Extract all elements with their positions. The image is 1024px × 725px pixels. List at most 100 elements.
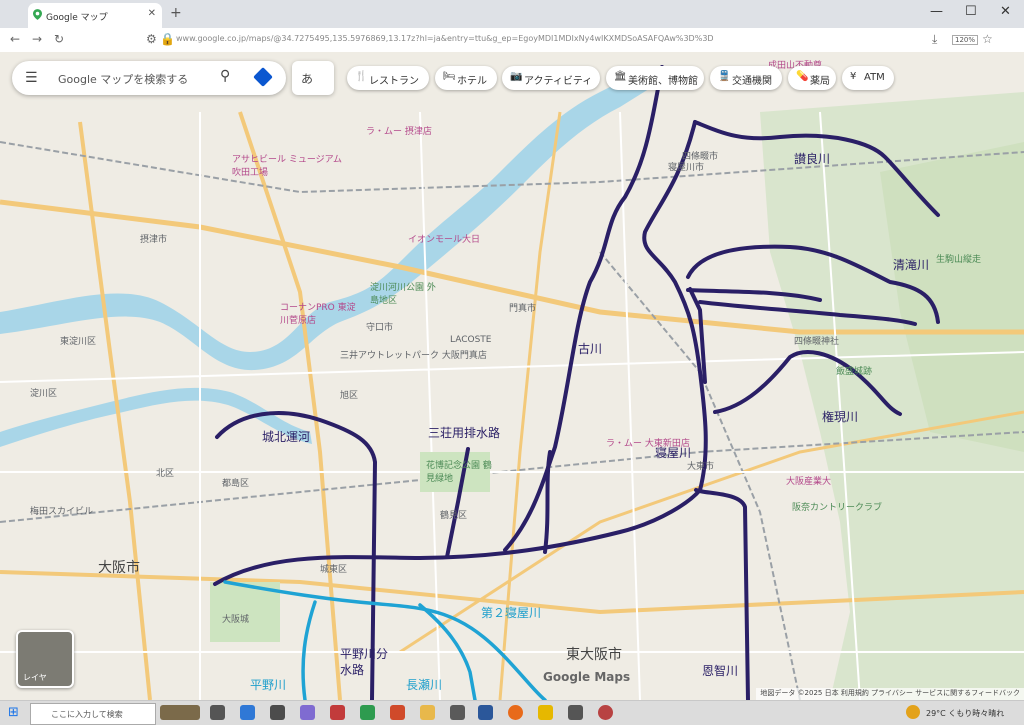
- chip-museum[interactable]: 🏛 美術館、博物館: [606, 66, 704, 90]
- chip-hotel[interactable]: 🛏 ホテル: [435, 66, 497, 90]
- powerpoint-icon[interactable]: [390, 705, 405, 720]
- place-tsurumi: 鶴見区: [440, 511, 468, 521]
- place-kadoma: 門真市: [509, 304, 537, 314]
- map-search-box: ☰ Google マップを検索する ⚲: [12, 61, 286, 95]
- place-higashiyodogawa: 東淀川区: [60, 337, 97, 347]
- task-view-icon[interactable]: [210, 705, 225, 720]
- maps-pin-icon: [33, 9, 42, 20]
- app-icon[interactable]: [330, 705, 345, 720]
- maximize-icon[interactable]: ☐: [965, 4, 977, 19]
- label-onji: 恩智川: [702, 664, 739, 678]
- lock-icon: 🔒: [160, 32, 175, 46]
- word-icon[interactable]: [478, 705, 493, 720]
- chip-label: レストラン: [369, 76, 419, 87]
- taskbar-search-placeholder: ここに入力して検索: [51, 710, 123, 719]
- label-furu: 古川: [578, 342, 603, 356]
- folder-icon[interactable]: [538, 705, 553, 720]
- tab-title: Google マップ: [46, 13, 108, 23]
- windows-start-icon[interactable]: ⊞: [8, 705, 19, 720]
- back-icon[interactable]: ←: [10, 32, 20, 46]
- label-seitaki: 清滝川: [893, 258, 930, 272]
- label-nagase: 長瀬川: [406, 678, 443, 692]
- excel-icon[interactable]: [360, 705, 375, 720]
- chip-label: ホテル: [457, 76, 487, 87]
- chip-restaurant[interactable]: 🍴 レストラン: [347, 66, 429, 90]
- search-icon[interactable]: ⚲: [220, 68, 230, 84]
- site-info-icon[interactable]: ⚙: [146, 32, 157, 46]
- label-neyagawa2: 第２寝屋川: [481, 606, 542, 620]
- bookmark-star-icon[interactable]: ☆: [982, 32, 993, 46]
- chip-label: ATM: [864, 72, 885, 83]
- ime-indicator[interactable]: あ: [292, 61, 334, 95]
- forward-icon[interactable]: →: [32, 32, 42, 46]
- museum-icon: 🏛: [614, 71, 627, 82]
- atm-icon: ¥: [850, 71, 857, 82]
- edge-icon[interactable]: [240, 705, 255, 720]
- taskbar-search[interactable]: ここに入力して検索: [30, 703, 156, 725]
- menu-icon[interactable]: ☰: [25, 70, 38, 86]
- chip-atm[interactable]: ¥ ATM: [842, 66, 894, 90]
- label-shirokita: 城北運河: [262, 430, 311, 444]
- google-maps-logo: Google Maps: [543, 670, 631, 684]
- chip-label: アクティビティ: [524, 76, 593, 87]
- layer-label: レイヤ: [23, 673, 47, 682]
- place-settsu: 摂津市: [140, 235, 168, 245]
- chip-transit[interactable]: 🚆 交通機関: [710, 66, 782, 90]
- taskbar: ⊞ ここに入力して検索 29°C くもり時々晴れ: [0, 700, 1024, 725]
- bed-icon: 🛏: [443, 71, 456, 82]
- label-neyagawa: 寝屋川: [655, 446, 692, 460]
- place-osaka-city: 大阪市: [98, 560, 140, 576]
- minimize-icon[interactable]: —: [930, 4, 943, 19]
- layer-button[interactable]: レイヤ: [16, 630, 74, 688]
- place-aeon: イオンモール大日: [408, 235, 481, 245]
- place-hanshin-cc: 阪奈カントリークラブ: [792, 503, 883, 513]
- cortana-saturn-icon[interactable]: [160, 705, 200, 720]
- place-umeda-sky: 梅田スカイビル: [30, 507, 94, 517]
- url-field[interactable]: www.google.co.jp/maps/@34.7275495,135.59…: [176, 34, 714, 43]
- chip-label: 美術館、博物館: [628, 76, 698, 87]
- river-furu-branch: [543, 450, 552, 554]
- map-attribution[interactable]: 地図データ ©2025 日本 利用規約 プライバシー サービスに関するフィードバ…: [756, 688, 1024, 700]
- app-icon[interactable]: [450, 705, 465, 720]
- close-icon[interactable]: ✕: [148, 8, 156, 19]
- app-icon[interactable]: [598, 705, 613, 720]
- place-shijo-shrine: 四條畷神社: [794, 337, 840, 347]
- place-iimori: 飯盛城跡: [836, 367, 873, 377]
- place-osaka-univ-ind: 大阪産業大: [786, 477, 832, 487]
- browser-tab[interactable]: Google マップ ✕: [28, 3, 162, 28]
- map-canvas[interactable]: 大阪市 東大阪市 大東市 四條畷市 門真市 守口市 摂津市 寝屋川市 大阪城 梅…: [0, 52, 1024, 700]
- train-icon: 🚆: [718, 71, 731, 82]
- label-sanso: 三荘用排水路: [428, 426, 501, 440]
- weather-text[interactable]: 29°C くもり時々晴れ: [926, 708, 1004, 719]
- file-explorer-icon[interactable]: [270, 705, 285, 720]
- app-icon[interactable]: [568, 705, 583, 720]
- chip-activities[interactable]: 📷 アクティビティ: [502, 66, 600, 90]
- place-neyagawa-city: 寝屋川市: [668, 163, 705, 173]
- search-input[interactable]: Google マップを検索する: [58, 71, 188, 87]
- chip-label: 交通機関: [732, 76, 772, 87]
- place-ramu1: ラ・ムー 摂津店: [366, 127, 432, 137]
- reload-icon[interactable]: ↻: [54, 32, 64, 46]
- chip-label: 薬局: [810, 76, 830, 87]
- firefox-icon[interactable]: [508, 705, 523, 720]
- place-yodogawa-park: 淀川河川公園 外島地区: [370, 283, 436, 306]
- label-gongen: 権現川: [822, 410, 859, 424]
- place-moriguchi: 守口市: [366, 323, 394, 333]
- fork-knife-icon: 🍴: [355, 71, 368, 82]
- app-icon[interactable]: [420, 705, 435, 720]
- place-daito: 大東市: [687, 462, 715, 472]
- new-tab-button[interactable]: +: [170, 5, 182, 21]
- directions-icon[interactable]: [253, 67, 273, 87]
- place-higashiosaka: 東大阪市: [566, 647, 622, 663]
- download-icon[interactable]: ⤓: [932, 32, 937, 47]
- place-hanaokasan: 生駒山縦走: [936, 255, 982, 265]
- app-icon[interactable]: [300, 705, 315, 720]
- label-hirano-bunsui: 平野川分水路: [340, 647, 389, 677]
- place-jonan: 城東区: [320, 565, 348, 575]
- place-mitsui-outlet: 三井アウトレットパーク 大阪門真店: [340, 351, 487, 361]
- label-sanagara: 讃良川: [794, 152, 831, 166]
- place-asahi: 旭区: [340, 391, 359, 401]
- chip-pharmacy[interactable]: 💊 薬局: [788, 66, 836, 90]
- window-close-icon[interactable]: ✕: [1000, 4, 1011, 19]
- zoom-indicator[interactable]: 120%: [952, 35, 979, 45]
